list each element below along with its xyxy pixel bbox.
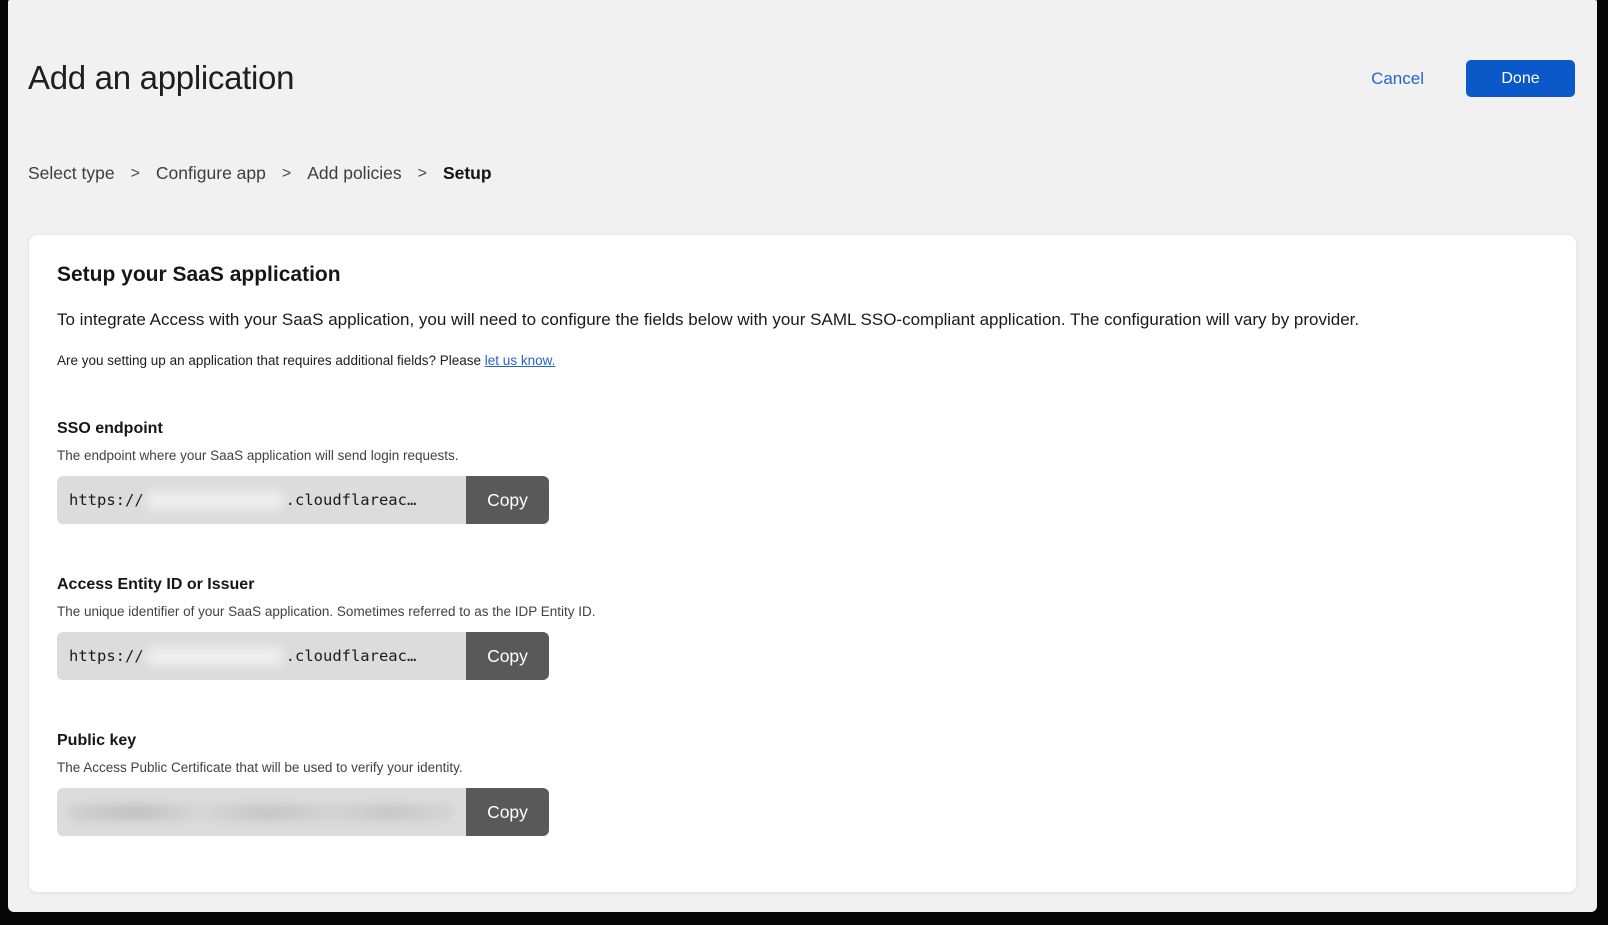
value-prefix: https:// — [69, 491, 144, 509]
breadcrumb: Select type > Configure app > Add polici… — [8, 163, 1597, 184]
card-heading: Setup your SaaS application — [57, 263, 1548, 287]
additional-fields-note: Are you setting up an application that r… — [57, 353, 1548, 368]
field-entity-id: Access Entity ID or Issuer The unique id… — [57, 576, 1548, 680]
value-suffix: .cloudflareac… — [286, 647, 417, 665]
breadcrumb-step-configure-app[interactable]: Configure app — [156, 163, 266, 184]
intro-text: To integrate Access with your SaaS appli… — [57, 309, 1548, 331]
redacted-text — [69, 804, 453, 821]
field-description: The endpoint where your SaaS application… — [57, 448, 1548, 463]
field-label: SSO endpoint — [57, 420, 1548, 438]
header-actions: Cancel Done — [1371, 60, 1575, 97]
field-public-key: Public key The Access Public Certificate… — [57, 732, 1548, 836]
redacted-text — [147, 491, 283, 510]
note-text: Are you setting up an application that r… — [57, 353, 481, 368]
setup-card: Setup your SaaS application To integrate… — [28, 234, 1577, 893]
breadcrumb-step-setup: Setup — [443, 163, 492, 184]
field-description: The unique identifier of your SaaS appli… — [57, 604, 1548, 619]
value-prefix: https:// — [69, 647, 144, 665]
redacted-text — [147, 647, 283, 666]
copy-button[interactable]: Copy — [466, 788, 549, 836]
public-key-row: Copy — [57, 788, 549, 836]
copy-button[interactable]: Copy — [466, 476, 549, 524]
entity-id-row: https:// .cloudflareac… Copy — [57, 632, 549, 680]
field-label: Public key — [57, 732, 1548, 750]
cancel-button[interactable]: Cancel — [1371, 69, 1424, 89]
breadcrumb-separator: > — [131, 165, 140, 183]
let-us-know-link[interactable]: let us know. — [485, 353, 556, 368]
page-title: Add an application — [28, 60, 294, 96]
field-description: The Access Public Certificate that will … — [57, 760, 1548, 775]
app-window: Add an application Cancel Done Select ty… — [8, 0, 1597, 912]
breadcrumb-separator: > — [282, 165, 291, 183]
breadcrumb-separator: > — [418, 165, 427, 183]
sso-endpoint-row: https:// .cloudflareac… Copy — [57, 476, 549, 524]
field-label: Access Entity ID or Issuer — [57, 576, 1548, 594]
copy-button[interactable]: Copy — [466, 632, 549, 680]
page-header: Add an application Cancel Done — [8, 0, 1597, 97]
public-key-value — [57, 788, 466, 836]
sso-endpoint-value: https:// .cloudflareac… — [57, 476, 466, 524]
breadcrumb-step-add-policies[interactable]: Add policies — [307, 163, 401, 184]
value-suffix: .cloudflareac… — [286, 491, 417, 509]
entity-id-value: https:// .cloudflareac… — [57, 632, 466, 680]
done-button[interactable]: Done — [1466, 60, 1575, 97]
breadcrumb-step-select-type[interactable]: Select type — [28, 163, 115, 184]
field-sso-endpoint: SSO endpoint The endpoint where your Saa… — [57, 420, 1548, 524]
